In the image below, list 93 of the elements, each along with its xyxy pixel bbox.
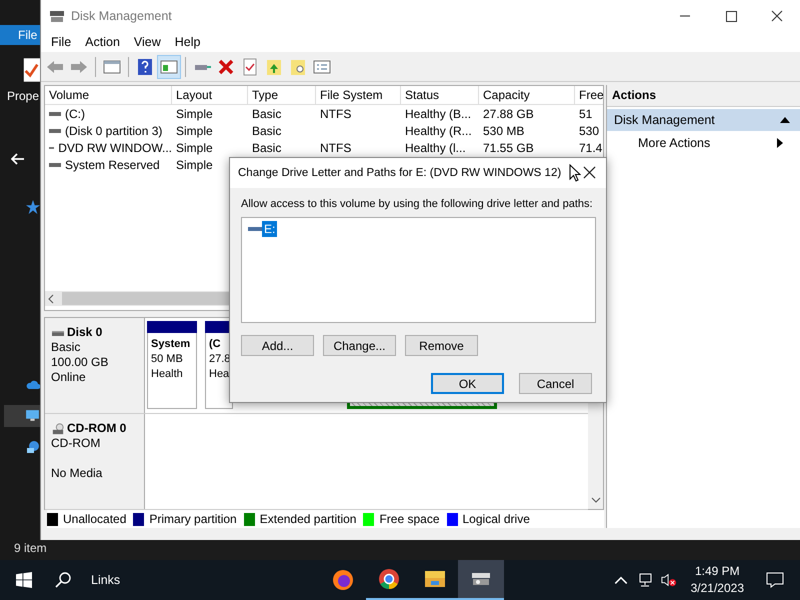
actions-header: Actions: [607, 85, 800, 107]
column-header[interactable]: Capacity: [479, 86, 575, 104]
table-cell: (C:): [65, 106, 85, 120]
menu-item[interactable]: View: [126, 35, 168, 49]
table-cell: Basic: [252, 106, 282, 120]
table-cell: Simple: [176, 140, 213, 154]
table-cell: Basic: [252, 124, 282, 138]
dialog-button[interactable]: Remove: [405, 335, 478, 356]
cloud-icon[interactable]: [26, 378, 40, 392]
table-cell: 71.55 GB: [483, 140, 534, 154]
partition-name: System: [151, 337, 192, 352]
actions-section[interactable]: Disk Management: [607, 109, 800, 131]
volume-muted-icon[interactable]: [660, 572, 677, 588]
legend-label: Free space: [379, 512, 440, 526]
table-cell: NTFS: [320, 106, 352, 120]
table-cell: Healthy (l...: [405, 140, 466, 154]
disk-status: No Media: [51, 466, 104, 482]
disk-drive-icon: [49, 9, 65, 23]
search-label[interactable]: Links: [91, 573, 120, 587]
column-header[interactable]: Type: [248, 86, 316, 104]
table-cell: Healthy (R...: [405, 124, 472, 138]
mouse-pointer-icon: [569, 164, 581, 182]
item-count: 9 item: [14, 541, 47, 555]
submenu-arrow-icon: [777, 138, 783, 148]
table-cell: NTFS: [320, 140, 352, 154]
cd-drive-icon: [51, 422, 65, 435]
collapse-icon: [780, 117, 790, 123]
menu-item[interactable]: Help: [168, 35, 208, 49]
search-icon[interactable]: [55, 572, 71, 588]
menu-item[interactable]: File: [44, 35, 78, 49]
disk-type: CD-ROM: [51, 436, 102, 452]
table-cell: DVD RW WINDOW...: [58, 140, 172, 154]
dialog-button[interactable]: Cancel: [519, 373, 592, 394]
drive-icon: [49, 110, 61, 116]
disk-name: CD-ROM 0: [67, 421, 126, 436]
table-cell: 530: [579, 124, 600, 138]
table-cell: System Reserved: [65, 158, 160, 172]
disk-size: 100.00 GB: [51, 355, 108, 370]
back-arrow-icon[interactable]: [11, 153, 25, 165]
start-icon[interactable]: [16, 572, 32, 588]
disk-status: Online: [51, 370, 87, 386]
legend-label: Unallocated: [63, 512, 126, 526]
partition-header-bar: [147, 321, 197, 334]
toolbar-panel-icon[interactable]: [158, 56, 180, 78]
partition-status: Hea: [209, 367, 230, 382]
dialog-prompt: Allow access to this volume by using the following drive letter and paths:: [241, 198, 594, 210]
path-item[interactable]: E:: [262, 221, 278, 237]
network-icon[interactable]: [636, 572, 653, 588]
scroll-left-icon[interactable]: [48, 294, 54, 304]
monitor-icon[interactable]: [25, 409, 40, 422]
star-icon[interactable]: [26, 200, 40, 214]
dialog-title: Change Drive Letter and Paths for E: (DVD RW WINDOWS 12): [238, 167, 562, 179]
column-header[interactable]: Layout: [172, 86, 248, 104]
table-cell: 27.88 GB: [483, 106, 534, 120]
menu-item[interactable]: Action: [78, 35, 127, 49]
legend-label: Logical drive: [462, 512, 530, 526]
action-item[interactable]: More Actions: [607, 131, 800, 155]
properties-icon[interactable]: [22, 56, 40, 84]
dialog-button[interactable]: OK: [431, 373, 504, 394]
table-cell: 51: [579, 106, 592, 120]
legend-label: Primary partition: [149, 512, 237, 526]
window-title: Disk Management: [71, 9, 172, 23]
table-cell: (Disk 0 partition 3): [65, 124, 162, 138]
table-cell: 530 MB: [483, 124, 524, 138]
table-cell: Simple: [176, 158, 213, 172]
disk-type: Basic: [51, 340, 82, 356]
scroll-down-icon[interactable]: [590, 497, 600, 504]
table-cell: Basic: [252, 140, 282, 154]
clock-date[interactable]: 3/21/2023: [690, 580, 744, 597]
partition-size: 50 MB: [151, 352, 184, 368]
drive-icon: [49, 162, 61, 168]
partition-status: Health: [151, 367, 184, 382]
clock-time[interactable]: 1:49 PM: [694, 563, 740, 580]
disk-name: Disk 0: [67, 325, 102, 340]
notifications-icon[interactable]: [766, 572, 784, 588]
column-header[interactable]: Volume: [45, 86, 172, 104]
taskbar-disk-drive-icon[interactable]: [458, 560, 504, 600]
dialog-button[interactable]: Change...: [323, 335, 396, 356]
partition-name: (C: [209, 337, 222, 352]
dialog-button[interactable]: Add...: [241, 335, 314, 356]
close-icon[interactable]: [583, 166, 596, 179]
table-cell: 71.4: [579, 140, 602, 154]
table-cell: Simple: [176, 124, 213, 138]
column-header[interactable]: File System: [316, 86, 401, 104]
table-cell: Simple: [176, 106, 213, 120]
column-header[interactable]: Status: [401, 86, 479, 104]
ribbon-tab[interactable]: File: [0, 25, 40, 45]
network-icon[interactable]: [26, 440, 40, 454]
ribbon-label[interactable]: Prope: [7, 89, 40, 103]
legend-label: Extended partition: [260, 512, 356, 526]
table-cell: Healthy (B...: [405, 106, 472, 120]
drive-icon: [248, 226, 262, 232]
drive-icon: [49, 128, 61, 134]
